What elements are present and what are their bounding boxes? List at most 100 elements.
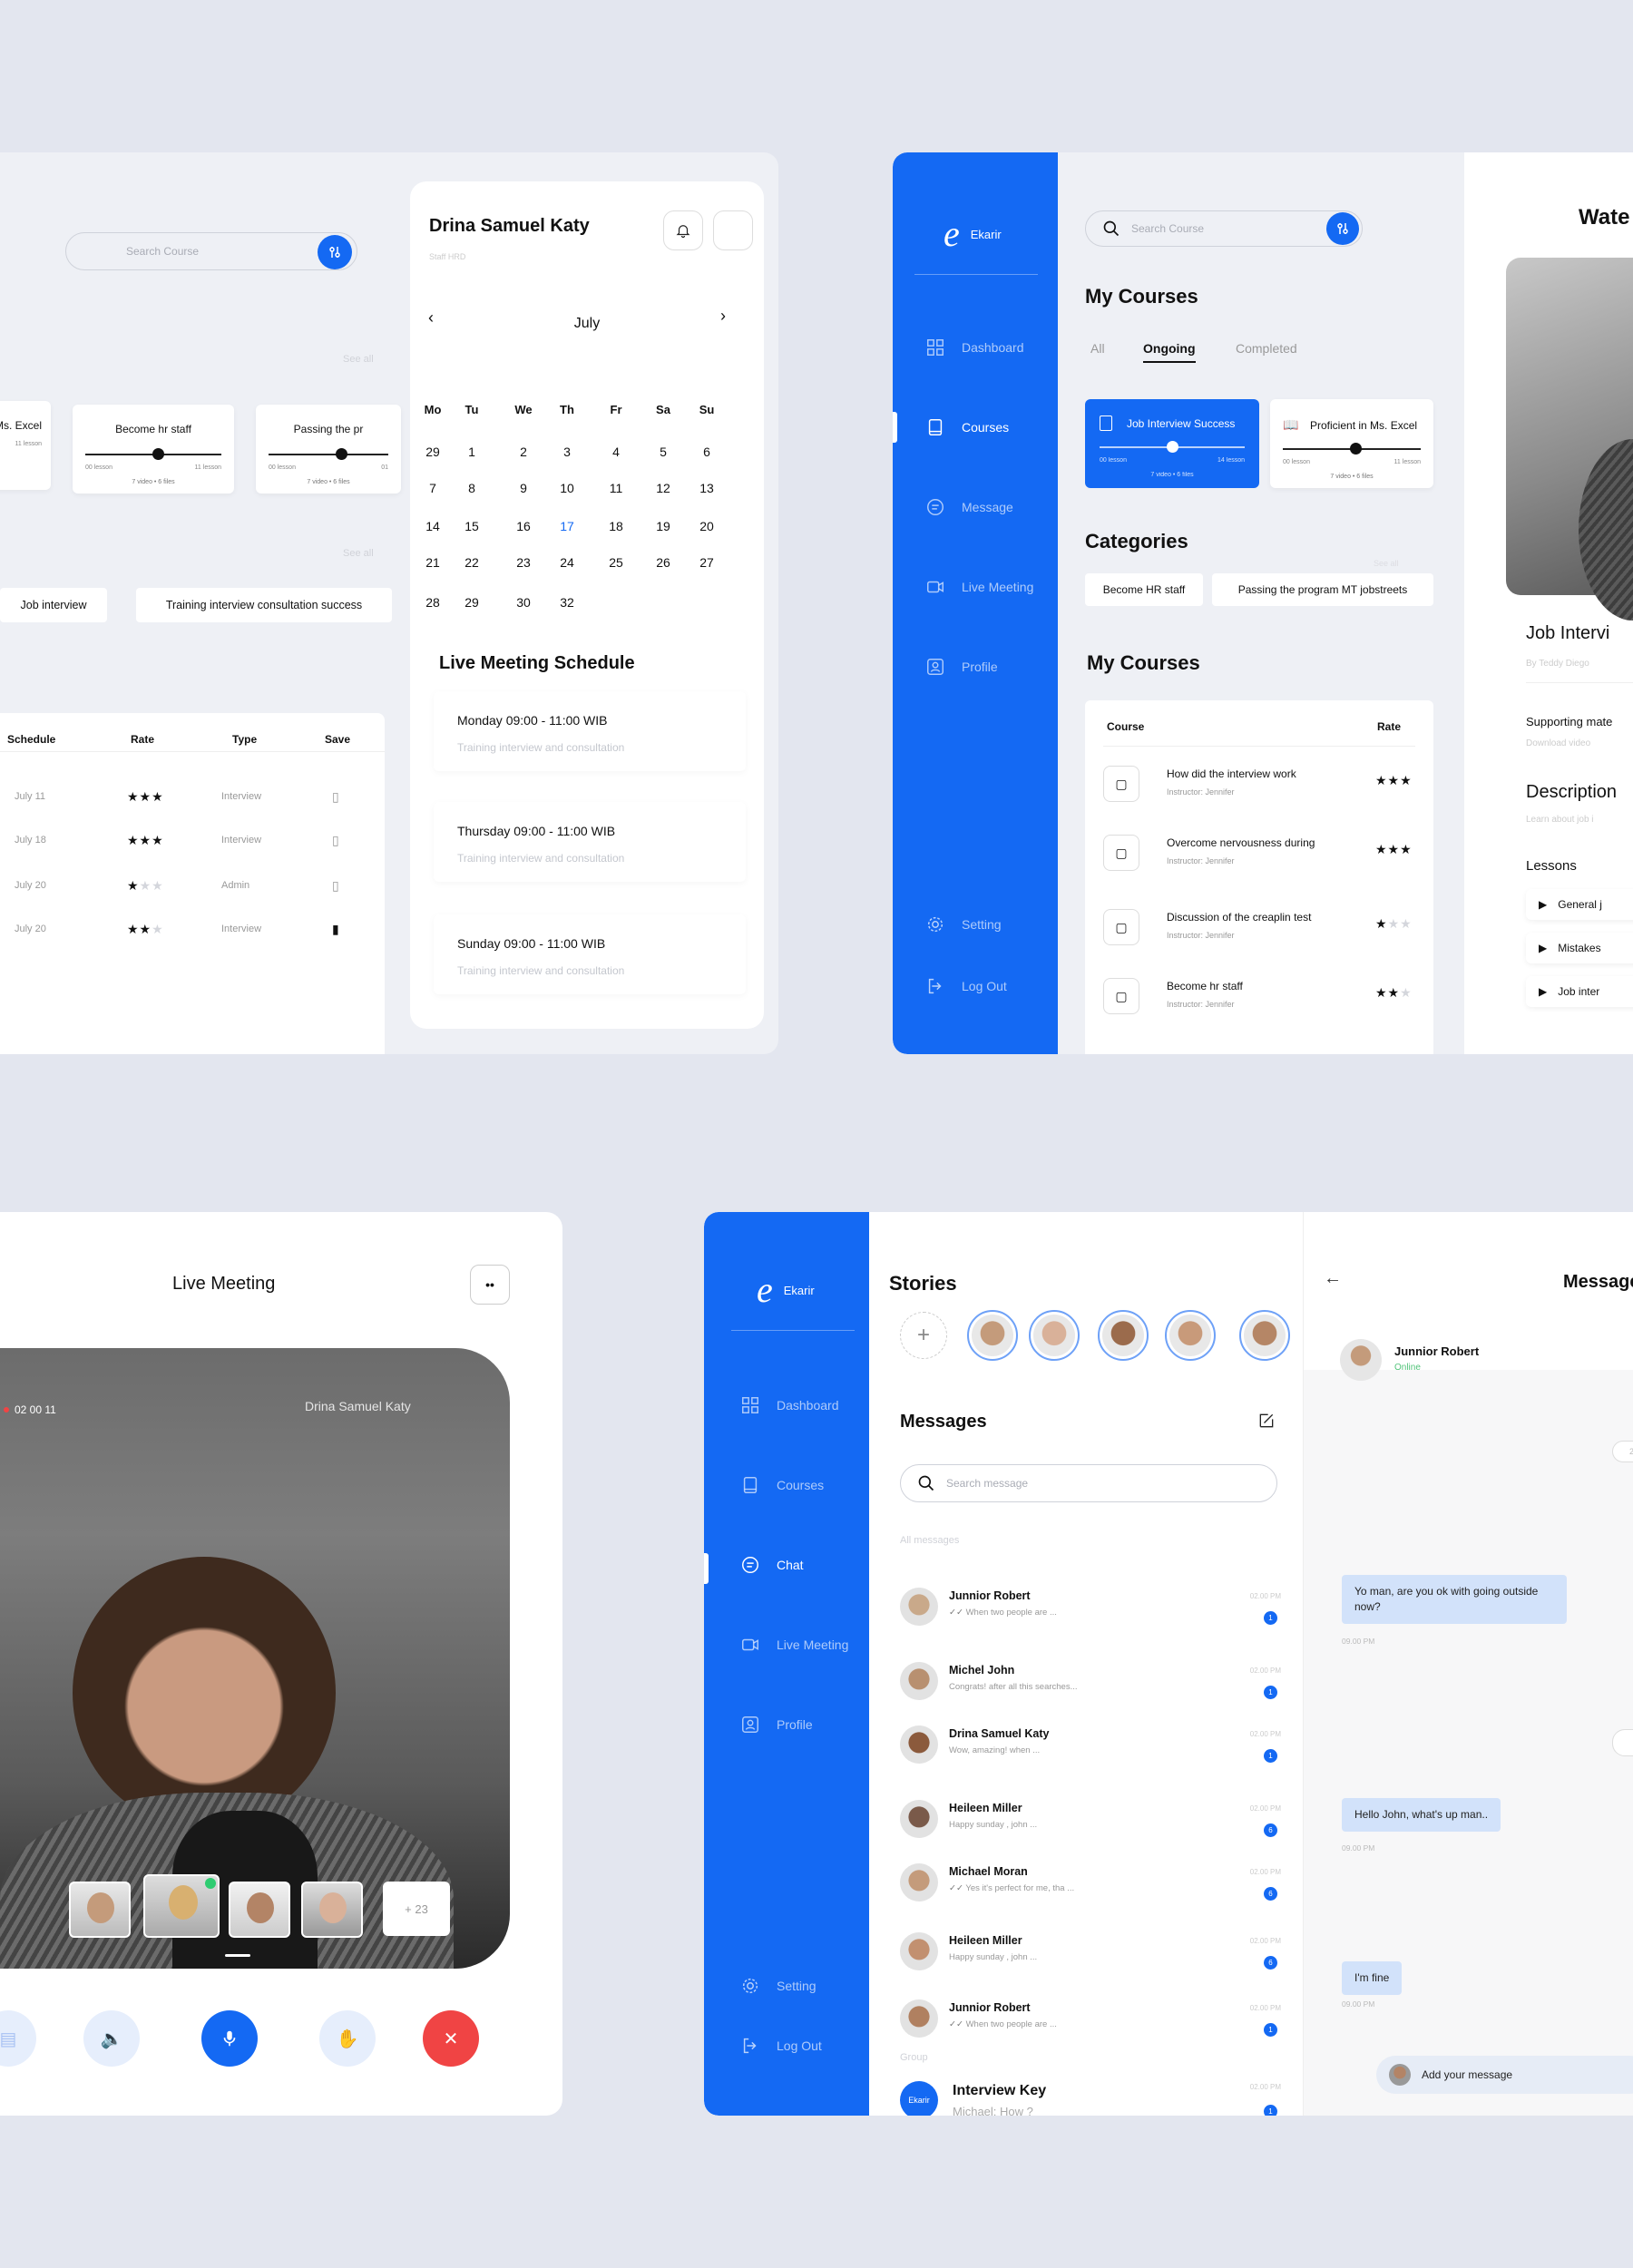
sidebar-item-dashboard[interactable]: Dashboard — [925, 337, 1024, 357]
raise-hand-button[interactable]: ✋ — [319, 2010, 376, 2067]
category-chip[interactable]: Passing the program MT jobstreets — [1212, 573, 1433, 606]
calendar-day[interactable]: 30 — [503, 595, 544, 610]
calendar-day[interactable]: 22 — [451, 555, 493, 570]
category-chip[interactable]: Become HR staff — [1085, 573, 1203, 606]
avatar[interactable] — [713, 210, 753, 250]
calendar-day[interactable]: 14 — [412, 519, 454, 533]
course-card-active[interactable]: Job Interview Success 00 lesson 14 lesso… — [1085, 399, 1259, 488]
tab-all[interactable]: All — [1090, 341, 1105, 356]
more-button[interactable]: •• — [470, 1265, 510, 1305]
sidebar-item-dashboard[interactable]: Dashboard — [740, 1395, 839, 1415]
brand-logo[interactable]: e Ekarir — [944, 216, 1002, 252]
bookmark-icon[interactable]: ▮ — [332, 922, 339, 937]
calendar-day[interactable]: 24 — [546, 555, 588, 570]
message-item[interactable]: Heileen Miller Happy sunday , john ... 0… — [900, 1923, 1281, 1983]
table-row[interactable]: ▢ How did the interview work Instructor:… — [1103, 762, 1415, 816]
calendar-day[interactable]: 6 — [686, 445, 728, 459]
bookmark-icon[interactable]: ▯ — [332, 878, 339, 894]
video-thumbnail[interactable] — [1506, 258, 1633, 621]
calendar-day[interactable]: 8 — [451, 481, 493, 495]
progress-card[interactable]: Ms. Excel 11 lesson — [0, 401, 51, 490]
schedule-item[interactable]: Thursday 09:00 - 11:00 WIB Training inte… — [434, 802, 746, 882]
story-avatar[interactable] — [967, 1310, 1018, 1361]
course-card[interactable]: 📖 Proficient in Ms. Excel 00 lesson 11 l… — [1270, 399, 1433, 488]
calendar-day[interactable]: 4 — [595, 445, 637, 459]
calendar-day[interactable]: 10 — [546, 481, 588, 495]
participant-thumb[interactable] — [229, 1882, 290, 1938]
mic-button[interactable] — [201, 2010, 258, 2067]
sidebar-item-courses[interactable]: Courses — [925, 417, 1009, 437]
next-month-icon[interactable]: › — [720, 307, 726, 326]
message-item[interactable]: Michael Moran ✓✓ Yes it's perfect for me… — [900, 1854, 1281, 1914]
progress-handle[interactable] — [152, 448, 164, 460]
lesson-item[interactable]: ▶ General j — [1526, 889, 1633, 920]
calendar-day[interactable]: 27 — [686, 555, 728, 570]
filter-button[interactable] — [318, 235, 352, 269]
more-participants-button[interactable]: + 23 — [383, 1882, 450, 1936]
lesson-item[interactable]: ▶ Job inter — [1526, 976, 1633, 1007]
calendar-day[interactable]: 11 — [595, 481, 637, 495]
progress-card[interactable]: Become hr staff 00 lesson 11 lesson 7 vi… — [73, 405, 234, 494]
progress-handle[interactable] — [336, 448, 347, 460]
schedule-item[interactable]: Sunday 09:00 - 11:00 WIB Training interv… — [434, 914, 746, 994]
message-input[interactable]: Add your message — [1376, 2056, 1633, 2094]
calendar-day[interactable]: 20 — [686, 519, 728, 533]
message-item[interactable]: Drina Samuel Katy Wow, amazing! when ...… — [900, 1716, 1281, 1776]
sidebar-item-setting[interactable]: Setting — [925, 914, 1002, 934]
sidebar-item-profile[interactable]: Profile — [925, 657, 998, 677]
calendar-day[interactable]: 16 — [503, 519, 544, 533]
table-row[interactable]: ▢ Overcome nervousness during Instructor… — [1103, 831, 1415, 885]
download-link[interactable]: Download video — [1526, 738, 1590, 748]
progress-handle[interactable] — [1350, 443, 1362, 455]
participant-thumb[interactable] — [143, 1874, 220, 1938]
progress-card[interactable]: Passing the pr 00 lesson 01 7 video • 6 … — [256, 405, 401, 494]
tab-completed[interactable]: Completed — [1236, 341, 1297, 356]
calendar-day[interactable]: 29 — [412, 445, 454, 459]
calendar-day[interactable]: 26 — [642, 555, 684, 570]
message-item[interactable]: Heileen Miller Happy sunday , john ... 0… — [900, 1791, 1281, 1851]
compose-button[interactable] — [1257, 1412, 1276, 1434]
story-avatar[interactable] — [1098, 1310, 1149, 1361]
calendar-day[interactable]: 23 — [503, 555, 544, 570]
add-story-button[interactable]: + — [900, 1312, 947, 1359]
search-input[interactable]: Search Course — [1085, 210, 1363, 247]
group-item[interactable]: Ekarir Interview Key Michael: How ? 02.0… — [900, 2074, 1281, 2116]
sidebar-item-courses[interactable]: Courses — [740, 1475, 824, 1495]
calendar-day[interactable]: 9 — [503, 481, 544, 495]
calendar-day[interactable]: 13 — [686, 481, 728, 495]
sidebar-item-logout[interactable]: Log Out — [740, 2036, 822, 2056]
participant-thumb[interactable] — [301, 1882, 363, 1938]
contact-avatar[interactable] — [1340, 1339, 1382, 1381]
story-avatar[interactable] — [1165, 1310, 1216, 1361]
progress-handle[interactable] — [1167, 441, 1178, 453]
calendar-day[interactable]: 29 — [451, 595, 493, 610]
calendar-day[interactable]: 17 — [546, 519, 588, 533]
calendar-day[interactable]: 32 — [546, 595, 588, 610]
search-message-input[interactable]: Search message — [900, 1464, 1277, 1502]
calendar-day[interactable]: 1 — [451, 445, 493, 459]
table-row[interactable]: ▢ Become hr staff Instructor: Jennifer ★… — [1103, 974, 1415, 1029]
message-item[interactable]: Junnior Robert ✓✓ When two people are ..… — [900, 1990, 1281, 2050]
message-item[interactable]: Michel John Congrats! after all this sea… — [900, 1653, 1281, 1713]
chat-button[interactable]: ▤ — [0, 2010, 36, 2067]
story-avatar[interactable] — [1239, 1310, 1290, 1361]
brand-logo[interactable]: e Ekarir — [757, 1272, 815, 1308]
participant-thumb[interactable] — [69, 1882, 131, 1938]
calendar-day[interactable]: 15 — [451, 519, 493, 533]
calendar-day[interactable]: 3 — [546, 445, 588, 459]
calendar-day[interactable]: 7 — [412, 481, 454, 495]
category-chip[interactable]: Training interview consultation success — [136, 588, 392, 622]
filter-button[interactable] — [1326, 212, 1359, 245]
lesson-item[interactable]: ▶ Mistakes — [1526, 933, 1633, 963]
end-call-button[interactable]: ✕ — [423, 2010, 479, 2067]
table-row[interactable]: ▢ Discussion of the creaplin test Instru… — [1103, 905, 1415, 960]
calendar-day[interactable]: 12 — [642, 481, 684, 495]
calendar-day[interactable]: 5 — [642, 445, 684, 459]
see-all-link[interactable]: See all — [343, 548, 374, 559]
notification-button[interactable] — [663, 210, 703, 250]
sidebar-item-message[interactable]: Message — [925, 497, 1013, 517]
calendar-day[interactable]: 21 — [412, 555, 454, 570]
tab-ongoing[interactable]: Ongoing — [1143, 341, 1196, 363]
speaker-button[interactable]: 🔈 — [83, 2010, 140, 2067]
calendar-day[interactable]: 25 — [595, 555, 637, 570]
